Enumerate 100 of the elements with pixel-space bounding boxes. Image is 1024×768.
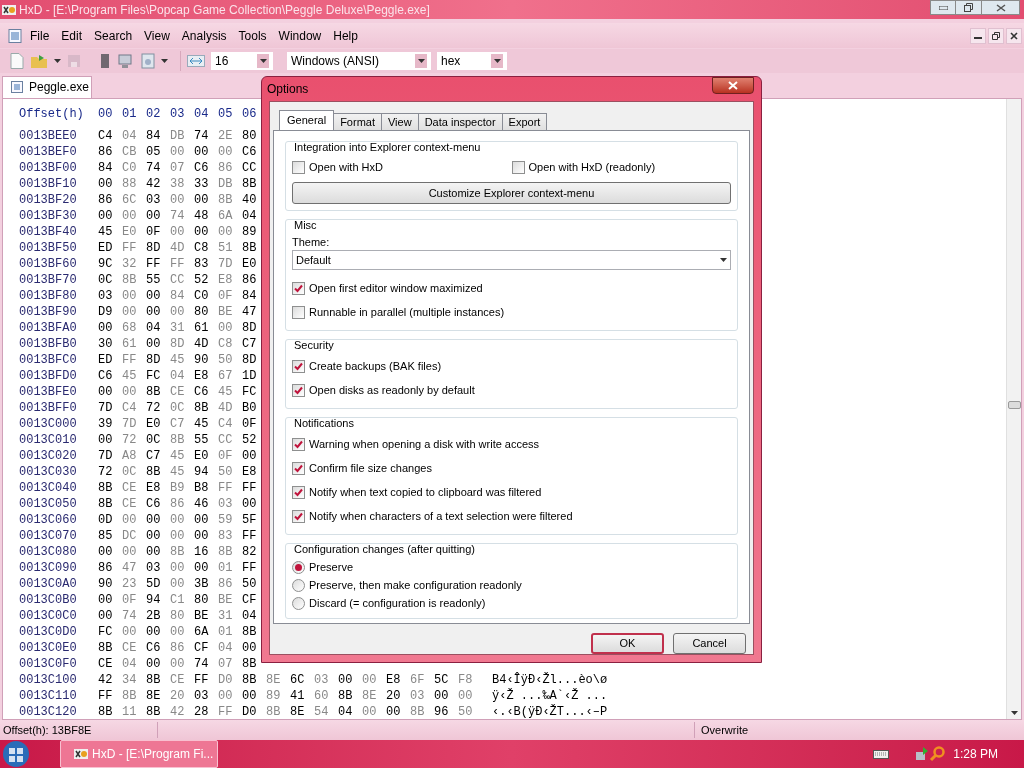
- hex-byte: 01: [218, 559, 234, 577]
- hex-byte: 00: [218, 223, 234, 241]
- hex-byte: E8: [194, 367, 210, 385]
- document-tab[interactable]: Peggle.exe: [2, 75, 92, 98]
- column-header: 03: [170, 105, 186, 123]
- hex-byte: 00: [170, 623, 186, 641]
- hex-byte: 4D: [194, 335, 210, 353]
- hex-byte: 8B: [194, 399, 210, 417]
- row-offset: 0013BF40: [19, 223, 78, 241]
- hex-byte: D0: [218, 671, 234, 689]
- dialog-tab[interactable]: General: [279, 110, 335, 130]
- customize-button[interactable]: Customize Explorer context-menu: [292, 182, 731, 204]
- checkbox[interactable]: [292, 383, 305, 397]
- theme-label: Theme:: [291, 235, 331, 250]
- hex-byte: 8B: [146, 703, 162, 721]
- dropdown-field[interactable]: 16: [211, 52, 273, 70]
- dropdown-field[interactable]: Windows (ANSI): [287, 52, 431, 70]
- hex-byte: 2B: [146, 607, 162, 625]
- hex-byte: 8B: [242, 623, 258, 641]
- network-icon[interactable]: [913, 746, 930, 762]
- hex-byte: 74: [122, 607, 138, 625]
- hex-byte: C4: [98, 127, 114, 145]
- hex-byte: 39: [98, 415, 114, 433]
- hex-byte: 8B: [98, 479, 114, 497]
- hex-byte: 0C: [170, 399, 186, 417]
- hex-byte: 00: [146, 207, 162, 225]
- hex-byte: 2E: [218, 127, 234, 145]
- caret-icon: [54, 59, 61, 63]
- keyboard-icon[interactable]: [873, 749, 890, 759]
- checkbox[interactable]: [292, 485, 305, 499]
- checkbox[interactable]: [292, 305, 305, 319]
- hex-byte: 0F: [218, 287, 234, 305]
- hex-byte: 4D: [170, 239, 186, 257]
- hex-byte: 47: [242, 303, 258, 321]
- hex-byte: 04: [122, 127, 138, 145]
- checkbox[interactable]: [292, 359, 305, 373]
- hex-byte: 8E: [146, 687, 162, 705]
- dialog-tab[interactable]: Format: [334, 113, 382, 130]
- hex-byte: 50: [242, 575, 258, 593]
- close-button[interactable]: [982, 0, 1020, 15]
- radio-label: Preserve, then make configuration readonly: [309, 577, 522, 593]
- hex-byte: F8: [458, 671, 474, 689]
- hex-byte: 31: [218, 607, 234, 625]
- checkbox[interactable]: [292, 461, 305, 475]
- row-offset: 0013BFF0: [19, 399, 78, 417]
- hex-byte: 00: [170, 527, 186, 545]
- hex-byte: 03: [194, 687, 210, 705]
- hex-byte: CE: [122, 639, 138, 657]
- hex-byte: 00: [458, 687, 474, 705]
- caret-icon: [161, 59, 168, 63]
- hex-byte: 00: [170, 143, 186, 161]
- checkbox-label: Runnable in parallel (multiple instances): [309, 304, 505, 320]
- hex-byte: 45: [194, 415, 210, 433]
- text-column: ‹.‹B(ÿÐ‹ŽT...‹–P: [492, 702, 608, 721]
- hex-byte: 74: [146, 159, 162, 177]
- radio-button[interactable]: [292, 596, 305, 610]
- hex-byte: B8: [194, 479, 210, 497]
- minimize-button[interactable]: [970, 27, 986, 44]
- menu-item[interactable]: Window: [274, 26, 326, 45]
- clock[interactable]: 1:28 PM: [953, 745, 998, 763]
- hex-byte: 8D: [242, 351, 258, 369]
- dropdown-field[interactable]: hex: [437, 52, 507, 70]
- row-offset: 0013C060: [19, 511, 78, 529]
- hex-byte: FF: [218, 479, 234, 497]
- close-button[interactable]: [712, 76, 754, 94]
- row-offset: 0013C090: [19, 559, 78, 577]
- hex-byte: 86: [98, 559, 114, 577]
- radio-button[interactable]: [292, 560, 305, 574]
- radio-button[interactable]: [292, 578, 305, 592]
- dialog-tab[interactable]: View: [382, 113, 419, 130]
- restore-button[interactable]: [988, 27, 1004, 44]
- dialog-tab[interactable]: Export: [502, 113, 548, 130]
- menu-item[interactable]: Tools: [234, 26, 271, 45]
- menu-item[interactable]: File: [26, 26, 54, 45]
- checkbox[interactable]: [511, 160, 525, 174]
- row-offset: 0013C0F0: [19, 655, 78, 673]
- menu-item[interactable]: Edit: [57, 26, 87, 45]
- scrollbar-thumb[interactable]: [1007, 400, 1021, 409]
- dialog-button[interactable]: Cancel: [673, 633, 746, 654]
- dialog-tab[interactable]: Data inspector: [418, 113, 503, 130]
- scrollbar[interactable]: [1006, 98, 1021, 719]
- start-orb-icon[interactable]: [0, 740, 32, 768]
- hex-byte: 00: [122, 303, 138, 321]
- checkbox[interactable]: [292, 160, 305, 174]
- hex-byte: 05: [146, 143, 162, 161]
- menu-item[interactable]: View: [140, 26, 174, 45]
- dialog-button[interactable]: OK: [591, 633, 664, 654]
- hex-byte: 00: [218, 687, 234, 705]
- maximize-button[interactable]: [956, 0, 982, 15]
- width-arrows-icon: [187, 55, 205, 67]
- menu-item[interactable]: Search: [90, 26, 137, 45]
- menu-item[interactable]: Help: [329, 26, 362, 45]
- checkbox[interactable]: [292, 509, 305, 523]
- checkbox[interactable]: [292, 437, 305, 451]
- hex-byte: DB: [170, 127, 186, 145]
- checkbox[interactable]: [292, 281, 305, 295]
- menu-item[interactable]: Analysis: [177, 26, 231, 45]
- theme-dropdown[interactable]: Default: [292, 250, 731, 270]
- close-icon: [728, 80, 738, 90]
- row-offset: 0013C020: [19, 447, 78, 465]
